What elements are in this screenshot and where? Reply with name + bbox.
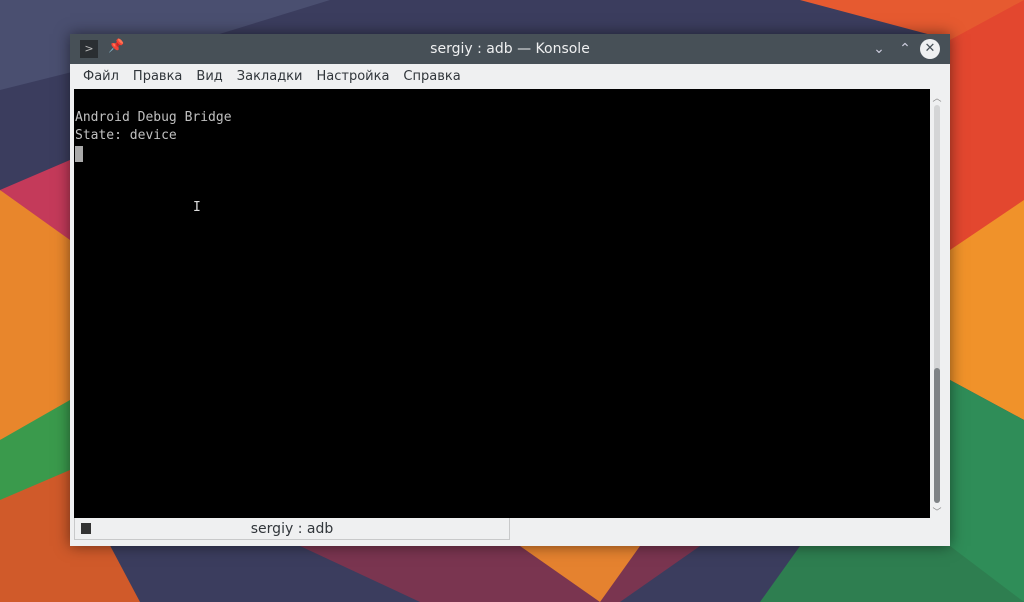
terminal-line: State: device (75, 128, 177, 143)
scroll-up-icon[interactable]: ︿ (930, 91, 944, 104)
scrollbar[interactable]: ︿ ﹀ (930, 89, 944, 518)
chevron-up-icon[interactable]: ⌃ (895, 39, 915, 59)
terminal-area[interactable]: Android Debug Bridge State: device I (74, 89, 930, 518)
konsole-window: > 📌 sergiy : adb — Konsole ⌄ ⌃ ✕ Файл Пр… (70, 34, 950, 546)
menu-bar: Файл Правка Вид Закладки Настройка Справ… (70, 64, 950, 89)
scroll-down-icon[interactable]: ﹀ (930, 505, 944, 518)
menu-file[interactable]: Файл (76, 64, 126, 89)
close-icon[interactable]: ✕ (920, 39, 940, 59)
terminal-line: Android Debug Bridge (75, 110, 232, 125)
ibeam-cursor-icon: I (193, 200, 201, 215)
scroll-thumb[interactable] (934, 368, 940, 503)
scroll-track[interactable] (934, 105, 940, 503)
menu-help[interactable]: Справка (396, 64, 467, 89)
tab-sergiy-adb[interactable]: sergiy : adb (74, 518, 510, 540)
menu-view[interactable]: Вид (189, 64, 229, 89)
menu-settings[interactable]: Настройка (309, 64, 396, 89)
title-bar[interactable]: > 📌 sergiy : adb — Konsole ⌄ ⌃ ✕ (70, 34, 950, 64)
tab-label: sergiy : adb (250, 521, 334, 537)
menu-edit[interactable]: Правка (126, 64, 189, 89)
chevron-down-icon[interactable]: ⌄ (869, 39, 889, 59)
window-title: sergiy : adb — Konsole (430, 41, 590, 57)
text-cursor (75, 146, 83, 162)
menu-bookmarks[interactable]: Закладки (230, 64, 310, 89)
